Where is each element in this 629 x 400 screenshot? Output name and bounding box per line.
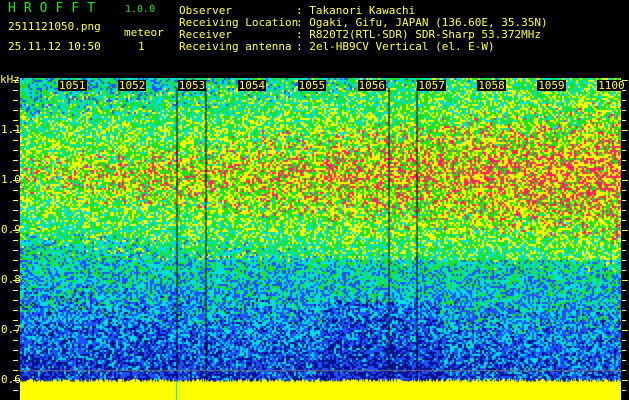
time-label: 1058 [477,79,506,92]
right-tick [622,280,628,281]
y-tick [13,80,19,81]
right-tick [622,290,626,291]
time-label: 1054 [237,79,267,92]
antenna-label: Receiving antenna [179,40,292,53]
right-tick [622,200,626,201]
y-tick [13,220,18,221]
time-label: 1057 [417,79,446,92]
app-name: HROFFT [8,1,103,16]
y-tick [13,150,18,151]
y-tick [13,330,19,331]
right-tick [622,340,626,341]
app-version: 1.0.0 [125,4,156,15]
right-tick [622,310,626,311]
right-tick [622,190,626,191]
y-tick [13,390,18,391]
y-tick [13,160,18,161]
y-tick [13,370,18,371]
y-tick [13,350,18,351]
y-tick [13,140,18,141]
time-label: 1053 [177,79,207,92]
antenna-value: : 2el-HB9CV Vertical (el. E-W) [296,40,495,53]
right-tick [622,130,628,131]
right-tick [622,90,626,91]
y-tick [13,230,19,231]
right-tick [622,80,628,81]
right-tick [622,210,626,211]
right-tick [622,300,626,301]
y-tick [13,380,19,381]
y-tick [13,210,18,211]
right-tick [622,250,626,251]
y-tick [13,300,18,301]
right-tick [622,140,626,141]
meteor-count: 1 [138,40,145,53]
right-tick [622,260,626,261]
y-tick [13,240,18,241]
meteor-label: meteor [124,26,164,39]
y-tick [13,270,18,271]
y-tick [13,180,19,181]
time-label: 1055 [297,79,327,92]
time-label: 1059 [537,79,566,92]
spectrogram [20,78,621,400]
y-tick [13,340,18,341]
y-tick [13,190,18,191]
time-label: 1052 [117,79,147,92]
right-tick [622,230,628,231]
y-tick [13,280,19,281]
right-tick [622,160,626,161]
time-label: 1051 [58,79,87,92]
right-tick [622,380,628,381]
time-label: 1056 [357,79,386,92]
right-tick [622,240,626,241]
right-tick [622,330,628,331]
right-tick [622,120,626,121]
right-tick [622,100,626,101]
y-tick [13,170,18,171]
y-tick [13,90,18,91]
right-tick [622,350,626,351]
y-tick [13,100,18,101]
right-tick [622,180,628,181]
right-tick [622,110,626,111]
right-tick [622,360,626,361]
y-tick [13,360,18,361]
y-tick [13,250,18,251]
y-tick [13,120,18,121]
y-tick [13,290,18,291]
right-tick [622,390,626,391]
right-tick [622,270,626,271]
right-tick [622,150,626,151]
y-tick [13,320,18,321]
right-tick [622,170,626,171]
right-tick [622,320,626,321]
y-tick [13,130,19,131]
y-tick [13,260,18,261]
right-tick [622,370,626,371]
right-tick [622,220,626,221]
filename: 2511121050.png [8,20,101,33]
y-tick [13,310,18,311]
y-tick [13,110,18,111]
y-tick [13,200,18,201]
datetime: 25.11.12 10:50 [8,40,101,53]
